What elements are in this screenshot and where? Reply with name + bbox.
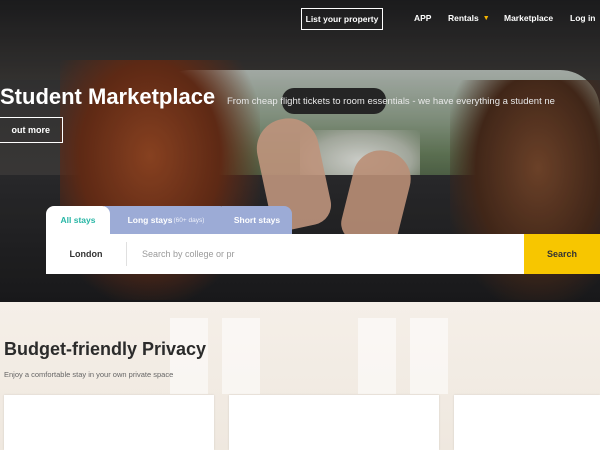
nav-login-link[interactable]: Log in (570, 13, 596, 23)
nav-rentals-label: Rentals (448, 13, 479, 23)
caret-down-icon: ▼ (482, 14, 490, 22)
city-selector[interactable]: London (46, 234, 126, 274)
search-button[interactable]: Search (524, 234, 600, 274)
tab-long-note: (60+ days) (173, 216, 205, 224)
section-subtitle: Enjoy a comfortable stay in your own pri… (4, 370, 174, 379)
hero-subtitle: From cheap flight tickets to room essent… (227, 96, 555, 107)
tab-all-stays[interactable]: All stays (46, 206, 110, 234)
tab-all-label: All stays (60, 215, 96, 225)
search-input[interactable] (142, 244, 262, 264)
listing-card[interactable] (4, 395, 214, 450)
search-bar: London Search (46, 234, 600, 274)
nav-login-label: Log in (570, 13, 596, 23)
tab-long-stays[interactable]: Long stays (60+ days) (104, 206, 228, 234)
nav-marketplace-link[interactable]: Marketplace (504, 13, 553, 23)
tab-short-label: Short stays (233, 215, 281, 225)
nav-app-link[interactable]: APP (414, 13, 431, 23)
background-window (358, 318, 396, 394)
listing-card[interactable] (454, 395, 600, 450)
hero-title: Student Marketplace (0, 84, 216, 109)
listing-card[interactable] (229, 395, 439, 450)
background-window (222, 318, 260, 394)
city-label: London (69, 249, 103, 259)
stay-type-tabs: Short stays Long stays (60+ days) All st… (46, 206, 292, 234)
find-out-more-button[interactable]: out more (0, 117, 63, 143)
find-out-more-label: out more (11, 125, 50, 135)
tab-short-stays[interactable]: Short stays (222, 206, 292, 234)
list-property-button[interactable]: List your property (301, 8, 383, 30)
tab-long-label: Long stays (127, 215, 173, 225)
nav-marketplace-label: Marketplace (504, 13, 554, 23)
search-divider (126, 242, 127, 266)
background-window (410, 318, 448, 394)
nav-rentals-dropdown[interactable]: Rentals ▼ (448, 13, 490, 23)
nav-app-label: APP (414, 13, 432, 23)
section-title: Budget-friendly Privacy (4, 339, 207, 359)
